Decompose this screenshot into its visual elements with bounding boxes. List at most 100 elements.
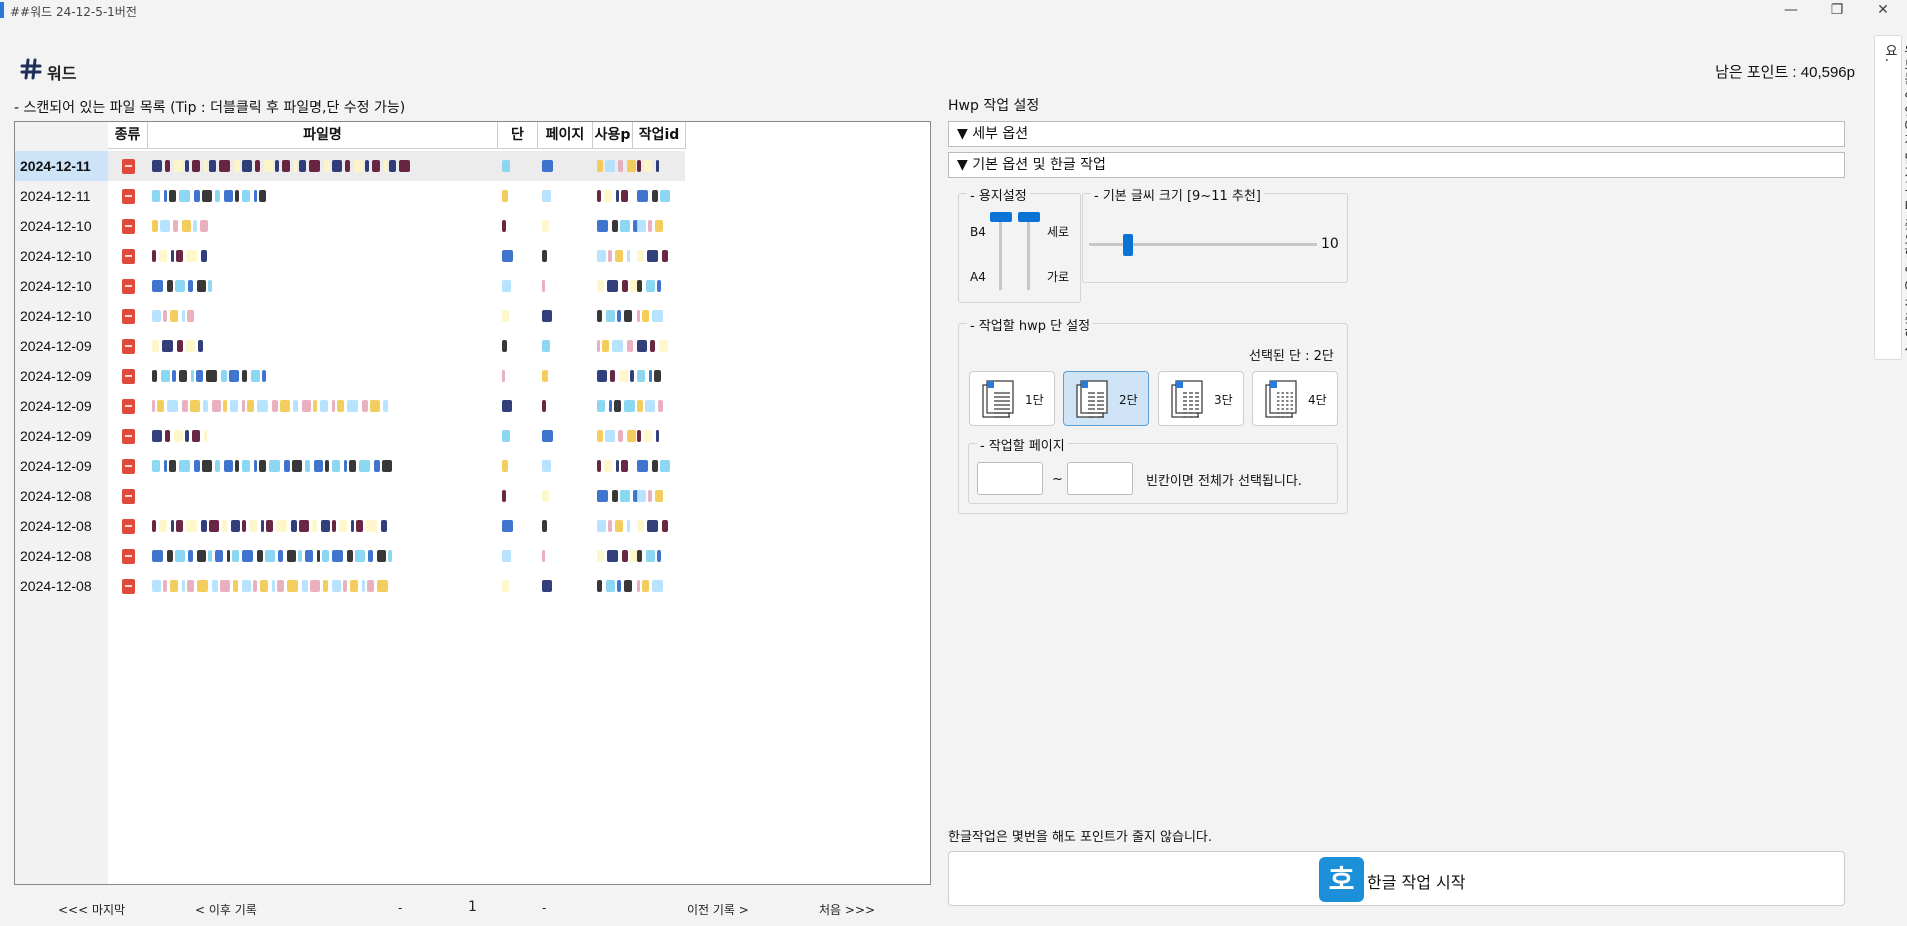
- row-pages-redacted: [538, 400, 593, 412]
- table-row[interactable]: 2024-12-11: [15, 181, 685, 211]
- row-job-id-redacted: [633, 550, 673, 562]
- table-row[interactable]: 2024-12-10: [15, 271, 685, 301]
- previous-records-link[interactable]: 이전 기록 >: [687, 901, 749, 918]
- row-columns-redacted: [498, 430, 538, 442]
- row-type-cell: [108, 488, 148, 504]
- detail-options-expander[interactable]: ▼ 세부 옵션: [948, 121, 1845, 147]
- table-row[interactable]: 2024-12-09: [15, 331, 685, 361]
- column-option-2-button[interactable]: 2단: [1063, 371, 1149, 426]
- page-from-input[interactable]: [977, 462, 1043, 495]
- app-name: 워드: [47, 64, 77, 83]
- column-option-3-button[interactable]: 3단: [1158, 371, 1244, 426]
- row-columns-redacted: [498, 220, 538, 232]
- row-columns-redacted: [498, 580, 538, 592]
- row-pages-redacted: [538, 460, 593, 472]
- hwp-file-icon: [121, 248, 135, 264]
- row-filename-redacted: [148, 550, 498, 562]
- row-pages-redacted: [538, 190, 593, 202]
- hangul-icon: 호: [1319, 857, 1364, 902]
- row-filename-redacted: [148, 310, 498, 322]
- paper-size-slider-track[interactable]: [999, 214, 1002, 290]
- table-row[interactable]: 2024-12-08: [15, 571, 685, 601]
- first-page-link[interactable]: 처음 >>>: [819, 901, 875, 918]
- row-used-points-redacted: [593, 310, 633, 322]
- title-bar: ##워드 24-12-5-1버전 — ❐ ✕: [0, 0, 1907, 22]
- row-used-points-redacted: [593, 550, 640, 562]
- minimize-button[interactable]: —: [1768, 0, 1814, 22]
- window-title: ##워드 24-12-5-1버전: [10, 5, 137, 19]
- table-row[interactable]: 2024-12-10: [15, 301, 685, 331]
- last-page-link[interactable]: <<< 마지막: [58, 901, 125, 918]
- row-job-id-redacted: [633, 310, 673, 322]
- row-date: 2024-12-10: [20, 308, 92, 324]
- column-header-columns[interactable]: 단: [498, 122, 538, 148]
- row-used-points-redacted: [593, 400, 635, 412]
- row-date: 2024-12-09: [20, 428, 92, 444]
- row-pages-redacted: [538, 490, 593, 502]
- column-header-filename[interactable]: 파일명: [148, 122, 498, 148]
- row-date: 2024-12-09: [20, 368, 92, 384]
- font-size-group: - 기본 글씨 크기 [9~11 추천] 10: [1082, 185, 1348, 283]
- points-notice: 한글작업은 몇번을 해도 포인트가 줄지 않습니다.: [948, 830, 1212, 845]
- row-filename-redacted: [148, 520, 498, 532]
- table-row[interactable]: 2024-12-09: [15, 361, 685, 391]
- hwp-file-icon: [121, 368, 135, 384]
- column-header-pages[interactable]: 페이지: [538, 122, 593, 148]
- row-pages-redacted: [538, 250, 593, 262]
- column-header-used-points[interactable]: 사용p: [593, 122, 633, 148]
- work-pages-legend: - 작업할 페이지: [977, 435, 1068, 454]
- table-row[interactable]: 2024-12-09: [15, 391, 685, 421]
- file-table[interactable]: 종류 파일명 단 페이지 사용p 작업id 2024-12-11 2024-12-…: [14, 121, 931, 885]
- file-list-label: - 스캔되어 있는 파일 목록 (Tip : 더블클릭 후 파일명,단 수정 가…: [14, 100, 406, 116]
- row-pages-redacted: [538, 520, 593, 532]
- hwp-file-icon: [121, 188, 135, 204]
- row-date: 2024-12-08: [20, 488, 92, 504]
- hwp-file-icon: [121, 518, 135, 534]
- table-row[interactable]: 2024-12-08: [15, 511, 685, 541]
- side-banner[interactable]: 워드는 업양에게 맡기고 더 중요한 일에 집중하세요.: [1874, 35, 1907, 360]
- hwp-file-icon: [121, 578, 135, 594]
- basic-options-expander[interactable]: ▼ 기본 옵션 및 한글 작업: [948, 152, 1845, 178]
- column-option-label: 1단: [1025, 393, 1044, 407]
- column-header-type[interactable]: 종류: [108, 122, 148, 148]
- row-job-id-redacted: [633, 490, 673, 502]
- hwp-file-icon: [121, 278, 135, 294]
- row-pages-redacted: [538, 160, 593, 172]
- table-row[interactable]: 2024-12-08: [15, 481, 685, 511]
- column-header-job-id[interactable]: 작업id: [633, 122, 686, 148]
- column-option-label: 2단: [1119, 393, 1138, 407]
- font-size-slider-thumb[interactable]: [1123, 234, 1133, 256]
- row-used-points-redacted: [593, 370, 634, 382]
- document-columns-icon: [982, 380, 1014, 418]
- row-job-id-redacted: [633, 430, 673, 442]
- table-row[interactable]: 2024-12-11: [15, 151, 685, 181]
- row-type-cell: [108, 218, 148, 234]
- paper-size-slider-thumb[interactable]: [990, 212, 1012, 222]
- maximize-button[interactable]: ❐: [1814, 0, 1860, 22]
- table-row[interactable]: 2024-12-09: [15, 421, 685, 451]
- table-row[interactable]: 2024-12-08: [15, 541, 685, 571]
- row-used-points-redacted: [593, 430, 636, 442]
- start-hangul-job-button[interactable]: 호 한글 작업 시작: [948, 851, 1845, 906]
- table-row[interactable]: 2024-12-10: [15, 241, 685, 271]
- table-row[interactable]: 2024-12-10: [15, 211, 685, 241]
- column-option-1-button[interactable]: 1단: [969, 371, 1055, 426]
- table-row[interactable]: 2024-12-09: [15, 451, 685, 481]
- orientation-slider-track[interactable]: [1027, 214, 1030, 290]
- close-button[interactable]: ✕: [1860, 0, 1906, 22]
- remaining-points: 남은 포인트 : 40,596p: [1715, 64, 1855, 81]
- page-to-input[interactable]: [1067, 462, 1133, 495]
- orientation-slider-thumb[interactable]: [1018, 212, 1040, 222]
- column-option-label: 3단: [1214, 393, 1233, 407]
- pager-dash-right: -: [542, 901, 547, 915]
- next-records-link[interactable]: < 이후 기록: [195, 901, 257, 918]
- row-columns-redacted: [498, 550, 538, 562]
- row-filename-redacted: [148, 490, 498, 502]
- row-job-id-redacted: [633, 160, 673, 172]
- row-type-cell: [108, 188, 148, 204]
- row-used-points-redacted: [593, 280, 640, 292]
- row-filename-redacted: [148, 400, 498, 412]
- column-option-4-button[interactable]: 4단: [1252, 371, 1338, 426]
- a4-label: A4: [970, 270, 986, 284]
- row-job-id-redacted: [633, 370, 673, 382]
